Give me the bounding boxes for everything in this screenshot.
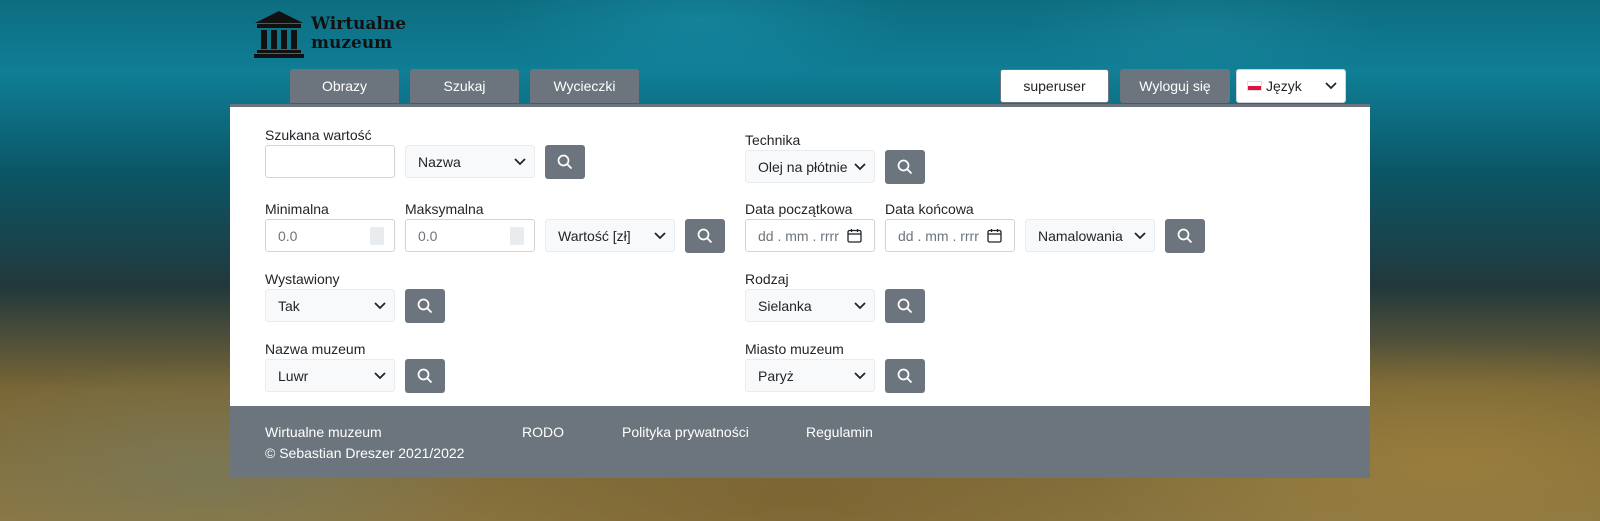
technique-label: Technika (745, 132, 801, 148)
genre-select[interactable]: Sielanka (745, 289, 875, 322)
search-icon (897, 298, 913, 314)
search-value-input[interactable] (265, 145, 395, 178)
search-field-select[interactable]: Nazwa (405, 145, 535, 178)
chevron-down-icon (374, 371, 386, 379)
search-field-value: Nazwa (418, 153, 461, 170)
museum-city-label: Miasto muzeum (745, 341, 844, 357)
chevron-down-icon (854, 301, 866, 309)
museum-name-search-button[interactable] (405, 359, 445, 393)
exhibited-value: Tak (278, 297, 300, 314)
value-range-search-button[interactable] (685, 219, 725, 253)
min-label: Minimalna (265, 201, 329, 217)
search-icon (897, 368, 913, 384)
tab-wycieczki[interactable]: Wycieczki (530, 69, 639, 103)
genre-search-button[interactable] (885, 289, 925, 323)
calendar-icon[interactable] (987, 228, 1002, 243)
museum-city-search-button[interactable] (885, 359, 925, 393)
start-date-input[interactable]: dd . mm . rrrr (745, 219, 875, 252)
chevron-down-icon (374, 301, 386, 309)
exhibited-search-button[interactable] (405, 289, 445, 323)
footer-site-name: Wirtualne muzeum (265, 424, 382, 440)
museum-name-value: Luwr (278, 367, 309, 384)
footer-link-terms[interactable]: Regulamin (806, 424, 873, 440)
museum-name-select[interactable]: Luwr (265, 359, 395, 392)
date-type-select[interactable]: Namalowania (1025, 219, 1155, 252)
min-value: 0.0 (278, 227, 298, 244)
start-date-placeholder: dd . mm . rrrr (758, 227, 839, 244)
footer-link-privacy[interactable]: Polityka prywatności (622, 424, 749, 440)
end-date-placeholder: dd . mm . rrrr (898, 227, 979, 244)
poland-flag-icon (1247, 81, 1262, 91)
number-spinner[interactable] (370, 227, 384, 245)
genre-value: Sielanka (758, 297, 812, 314)
max-value: 0.0 (418, 227, 438, 244)
footer-copyright: © Sebastian Dreszer 2021/2022 (265, 445, 465, 461)
footer-link-rodo[interactable]: RODO (522, 424, 564, 440)
exhibited-select[interactable]: Tak (265, 289, 395, 322)
chevron-down-icon (1325, 82, 1337, 90)
min-value-input[interactable]: 0.0 (265, 219, 395, 252)
end-date-input[interactable]: dd . mm . rrrr (885, 219, 1015, 252)
max-value-input[interactable]: 0.0 (405, 219, 535, 252)
museum-name-label: Nazwa muzeum (265, 341, 366, 357)
technique-select[interactable]: Olej na płótnie (745, 150, 875, 183)
genre-label: Rodzaj (745, 271, 789, 287)
date-type-value: Namalowania (1038, 227, 1123, 244)
search-panel: Szukana wartość Nazwa Technika Olej na p… (230, 104, 1370, 406)
search-icon (897, 159, 913, 175)
end-date-label: Data końcowa (885, 201, 974, 217)
chevron-down-icon (514, 157, 526, 165)
logo-text: Wirtualne muzeum (311, 15, 406, 53)
museum-city-value: Paryż (758, 367, 794, 384)
search-icon (417, 298, 433, 314)
technique-value: Olej na płótnie (758, 158, 848, 175)
logout-button[interactable]: Wyloguj się (1120, 69, 1230, 103)
logo-line1: Wirtualne (311, 14, 407, 34)
search-icon (1177, 228, 1193, 244)
museum-city-select[interactable]: Paryż (745, 359, 875, 392)
calendar-icon[interactable] (847, 228, 862, 243)
chevron-down-icon (654, 231, 666, 239)
search-icon (417, 368, 433, 384)
search-value-label: Szukana wartość (265, 127, 372, 143)
language-select[interactable]: Język (1236, 69, 1346, 103)
footer: Wirtualne muzeum © Sebastian Dreszer 202… (230, 406, 1370, 478)
language-label: Język (1266, 78, 1302, 94)
value-unit-select[interactable]: Wartość [zł] (545, 219, 675, 252)
museum-building-icon (254, 11, 304, 58)
number-spinner[interactable] (510, 227, 524, 245)
chevron-down-icon (854, 162, 866, 170)
chevron-down-icon (854, 371, 866, 379)
tab-szukaj[interactable]: Szukaj (410, 69, 519, 103)
max-label: Maksymalna (405, 201, 484, 217)
header: Wirtualne muzeum Obrazy Szukaj Wycieczki… (0, 0, 1600, 104)
start-date-label: Data początkowa (745, 201, 853, 217)
logo[interactable]: Wirtualne muzeum (253, 9, 406, 59)
search-icon (557, 154, 573, 170)
technique-search-button[interactable] (885, 150, 925, 184)
search-value-button[interactable] (545, 145, 585, 179)
logo-line2: muzeum (311, 33, 393, 53)
search-icon (697, 228, 713, 244)
value-unit-value: Wartość [zł] (558, 227, 631, 244)
chevron-down-icon (1134, 231, 1146, 239)
user-button[interactable]: superuser (1000, 69, 1109, 103)
exhibited-label: Wystawiony (265, 271, 340, 287)
tab-obrazy[interactable]: Obrazy (290, 69, 399, 103)
date-search-button[interactable] (1165, 219, 1205, 253)
